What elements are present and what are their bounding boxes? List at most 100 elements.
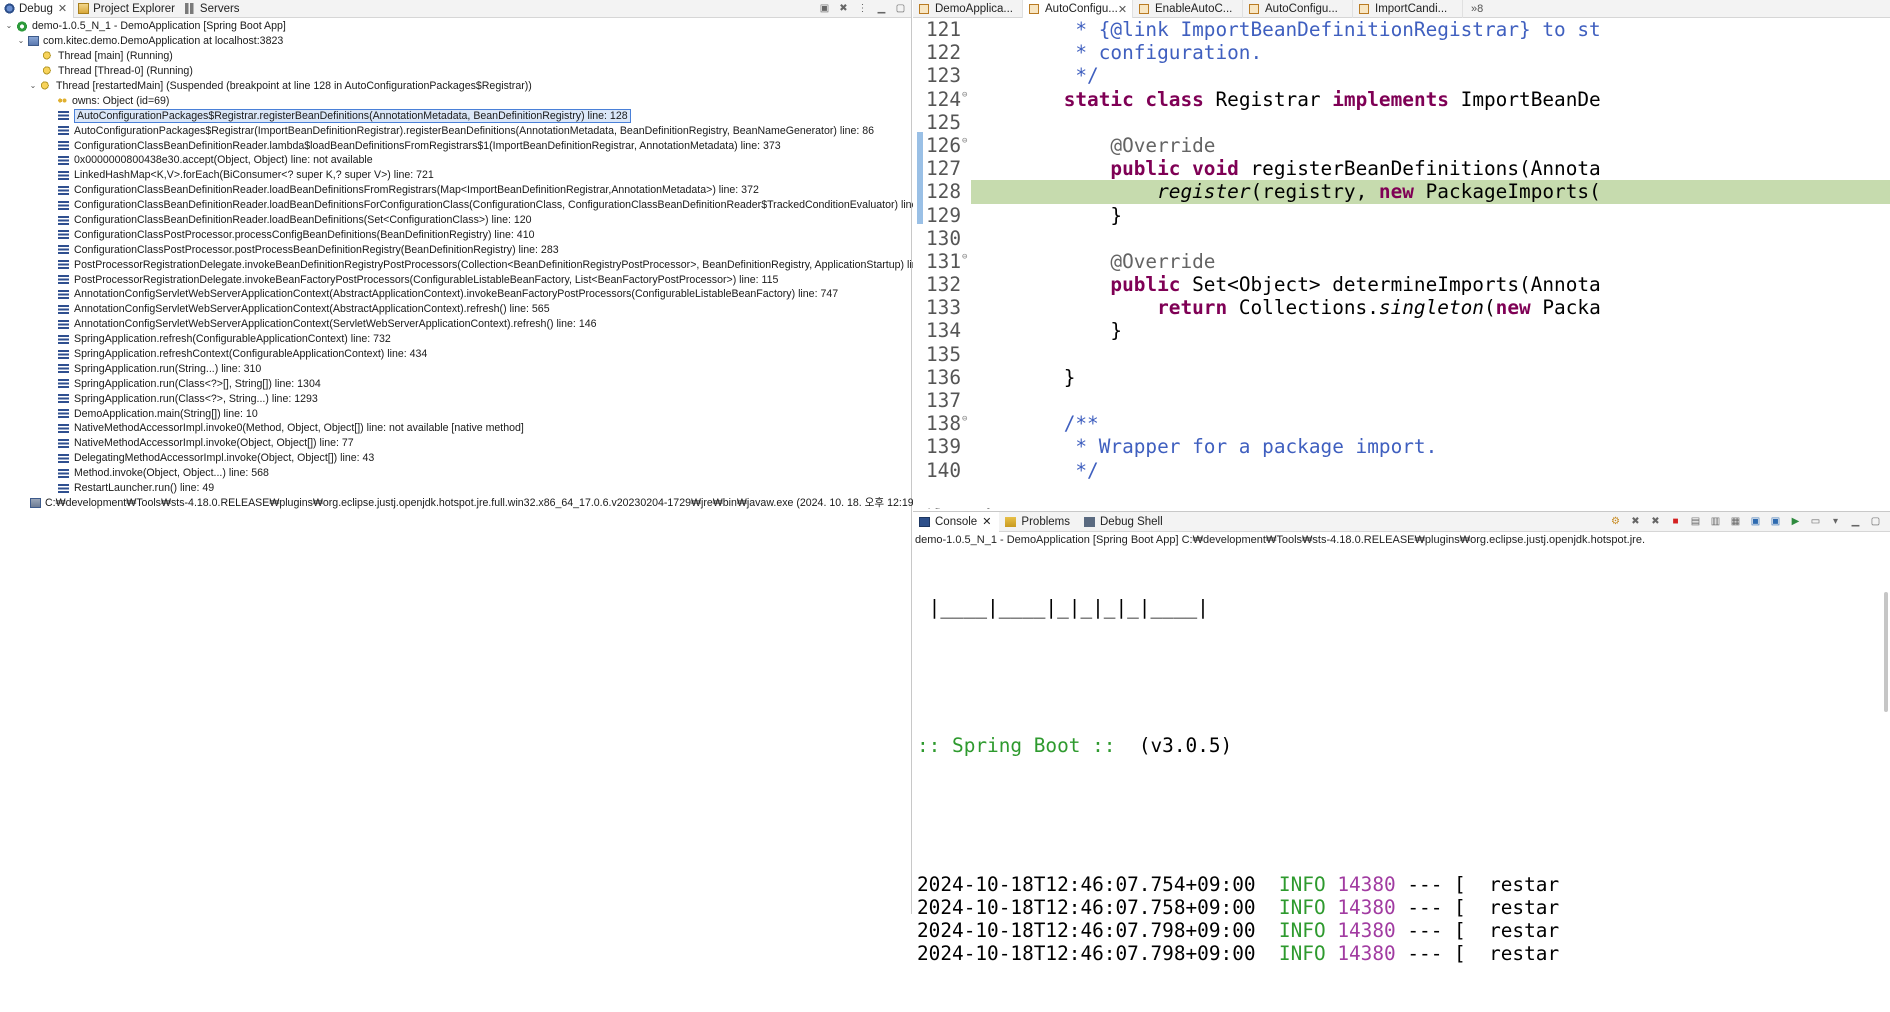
code-token: new [1495, 296, 1531, 320]
console-output[interactable]: |____|____|_|_|_|_|____| :: Spring Boot … [917, 550, 1559, 1012]
word-wrap-icon[interactable]: ▦ [1729, 516, 1742, 528]
editor-tab-label: ImportCandi... [1375, 3, 1448, 15]
stack-frame[interactable]: AutoConfigurationPackages$Registrar(Impo… [0, 123, 912, 138]
close-icon[interactable]: ✕ [982, 515, 991, 528]
code-token: } [1017, 319, 1123, 343]
thread-node-suspended[interactable]: ⌄ Thread [restartedMain] (Suspended (bre… [0, 79, 912, 94]
code-text: * {@link ImportBeanDefinitionRegistrar} … [1017, 18, 1600, 41]
vertical-scrollbar[interactable] [1884, 592, 1888, 712]
code-lines: 121 * {@link ImportBeanDefinitionRegistr… [913, 18, 1890, 482]
minimize-icon[interactable]: ▁ [875, 3, 888, 15]
tab-project-explorer[interactable]: Project Explorer [74, 0, 181, 18]
stack-frame-label: Method.invoke(Object, Object...) line: 5… [74, 467, 269, 480]
stack-frame[interactable]: DelegatingMethodAccessorImpl.invoke(Obje… [0, 451, 912, 466]
stack-frame-icon [58, 394, 69, 404]
stack-frame[interactable]: ConfigurationClassBeanDefinitionReader.l… [0, 213, 912, 228]
stack-frame[interactable]: PostProcessorRegistrationDelegate.invoke… [0, 272, 912, 287]
fold-toggle-icon[interactable]: ⊖ [962, 134, 967, 148]
show-on-output-icon[interactable]: ▣ [1749, 516, 1762, 528]
fold-toggle-icon[interactable]: ⊖ [962, 250, 967, 264]
stack-frame[interactable]: RestartLauncher.run() line: 49 [0, 481, 912, 496]
stack-frame[interactable]: NativeMethodAccessorImpl.invoke0(Method,… [0, 421, 912, 436]
javaw-node[interactable]: C:₩development₩Tools₩sts-4.18.0.RELEASE₩… [0, 496, 990, 511]
editor-tab-active[interactable]: AutoConfigu... ✕ [1023, 0, 1133, 18]
stack-frame[interactable]: SpringApplication.refresh(ConfigurableAp… [0, 332, 912, 347]
log-level: INFO [1278, 919, 1326, 943]
servers-icon [184, 3, 196, 14]
tab-label: Project Explorer [93, 2, 175, 15]
minimize-icon[interactable]: ▁ [1849, 516, 1862, 528]
view-menu-icon[interactable]: ⋮ [856, 3, 869, 15]
monitor-node[interactable]: owns: Object (id=69) [0, 93, 912, 108]
terminate-icon[interactable]: ■ [1669, 516, 1682, 528]
fold-toggle-icon[interactable]: ⊖ [962, 412, 967, 426]
stack-frame[interactable]: SpringApplication.run(String...) line: 3… [0, 361, 912, 376]
process-node[interactable]: ⌄ com.kitec.demo.DemoApplication at loca… [0, 34, 912, 49]
stack-frame[interactable]: DemoApplication.main(String[]) line: 10 [0, 406, 912, 421]
stack-frame-icon [58, 438, 69, 448]
stack-frame[interactable]: SpringApplication.refreshContext(Configu… [0, 347, 912, 362]
stack-frame[interactable]: LinkedHashMap<K,V>.forEach(BiConsumer<? … [0, 168, 912, 183]
tab-debug[interactable]: Debug ✕ [0, 0, 75, 18]
pin-console-icon[interactable]: ▶ [1789, 516, 1802, 528]
thread-node[interactable]: Thread [Thread-0] (Running) [0, 64, 912, 79]
editor-tab[interactable]: AutoConfigu... [1243, 0, 1353, 18]
code-line: 130 [913, 227, 1890, 250]
line-number: 126 [925, 133, 961, 157]
stack-frame[interactable]: SpringApplication.run(Class<?>[], String… [0, 376, 912, 391]
code-text: * configuration. [1017, 41, 1262, 64]
stack-frame-label: AutoConfigurationPackages$Registrar(Impo… [74, 124, 875, 137]
stack-frame[interactable]: PostProcessorRegistrationDelegate.invoke… [0, 257, 947, 272]
stack-frame[interactable]: 0x0000000800438e30.accept(Object, Object… [0, 153, 912, 168]
clear-console-icon[interactable]: ▤ [1689, 516, 1702, 528]
stack-frame[interactable]: ConfigurationClassBeanDefinitionReader.l… [0, 183, 912, 198]
editor-tab[interactable]: ImportCandi... [1353, 0, 1463, 18]
editor-tab[interactable]: DemoApplica... [913, 0, 1023, 18]
maximize-icon[interactable]: ▢ [1869, 516, 1882, 528]
stack-frame-icon [58, 453, 69, 463]
remove-all-terminated-icon[interactable]: ✖ [1649, 516, 1662, 528]
fold-toggle-icon[interactable]: ⊖ [962, 88, 967, 102]
stack-frame[interactable]: AnnotationConfigServletWebServerApplicat… [0, 317, 912, 332]
stack-frame[interactable]: AutoConfigurationPackages$Registrar.regi… [0, 108, 912, 123]
stack-frame[interactable]: ConfigurationClassPostProcessor.postProc… [0, 242, 912, 257]
stack-frame[interactable]: SpringApplication.run(Class<?>, String..… [0, 391, 912, 406]
remove-launch-icon[interactable]: ✖ [1629, 516, 1642, 528]
scroll-lock-icon[interactable]: ▥ [1709, 516, 1722, 528]
stack-frame[interactable]: ConfigurationClassPostProcessor.processC… [0, 227, 912, 242]
remove-launch-icon[interactable]: ✖ [837, 3, 850, 15]
stack-frame[interactable]: AnnotationConfigServletWebServerApplicat… [0, 302, 912, 317]
editor-tab[interactable]: EnableAutoC... [1133, 0, 1243, 18]
tab-debug-shell[interactable]: Debug Shell [1078, 512, 1171, 532]
maximize-icon[interactable]: ▢ [894, 3, 907, 15]
stack-frame[interactable]: NativeMethodAccessorImpl.invoke(Object, … [0, 436, 912, 451]
log-ts: 2024-10-18T12:46:07.754+09:00 [917, 872, 1256, 896]
chevron-down-icon[interactable]: ⌄ [28, 81, 38, 91]
terminate-relaunch-icon[interactable]: ⚙ [1609, 516, 1622, 528]
stack-frame-icon [58, 155, 69, 165]
open-console-icon[interactable]: ▾ [1829, 516, 1842, 528]
launch-node[interactable]: ⌄ demo-1.0.5_N_1 - DemoApplication [Spri… [0, 19, 912, 34]
chevron-down-icon[interactable]: ⌄ [16, 36, 26, 46]
stack-frame[interactable]: ConfigurationClassBeanDefinitionReader.l… [0, 138, 912, 153]
line-number: 138 [925, 412, 961, 436]
tab-console[interactable]: Console ✕ [913, 511, 1000, 532]
editor-tab-overflow[interactable]: »8 [1463, 0, 1491, 18]
tab-problems[interactable]: Problems [999, 512, 1078, 532]
line-number: 136 [925, 365, 961, 389]
display-console-icon[interactable]: ▭ [1809, 516, 1822, 528]
chevron-down-icon[interactable]: ⌄ [4, 21, 14, 31]
stack-frame[interactable]: AnnotationConfigServletWebServerApplicat… [0, 287, 912, 302]
close-icon[interactable]: ✕ [1118, 3, 1127, 16]
stack-frame[interactable]: Method.invoke(Object, Object...) line: 5… [0, 466, 912, 481]
code-token: */ [1017, 458, 1099, 482]
spring-boot-version: (v3.0.5) [1115, 734, 1233, 758]
code-area[interactable]: 121 * {@link ImportBeanDefinitionRegistr… [913, 18, 1890, 488]
close-icon[interactable]: ✕ [58, 2, 67, 15]
stack-frame-icon [58, 275, 69, 285]
show-on-error-icon[interactable]: ▣ [1769, 516, 1782, 528]
collapse-all-icon[interactable]: ▣ [818, 3, 831, 15]
tab-servers[interactable]: Servers [181, 0, 246, 18]
stack-frame[interactable]: ConfigurationClassBeanDefinitionReader.l… [0, 198, 941, 213]
thread-node[interactable]: Thread [main] (Running) [0, 49, 912, 64]
